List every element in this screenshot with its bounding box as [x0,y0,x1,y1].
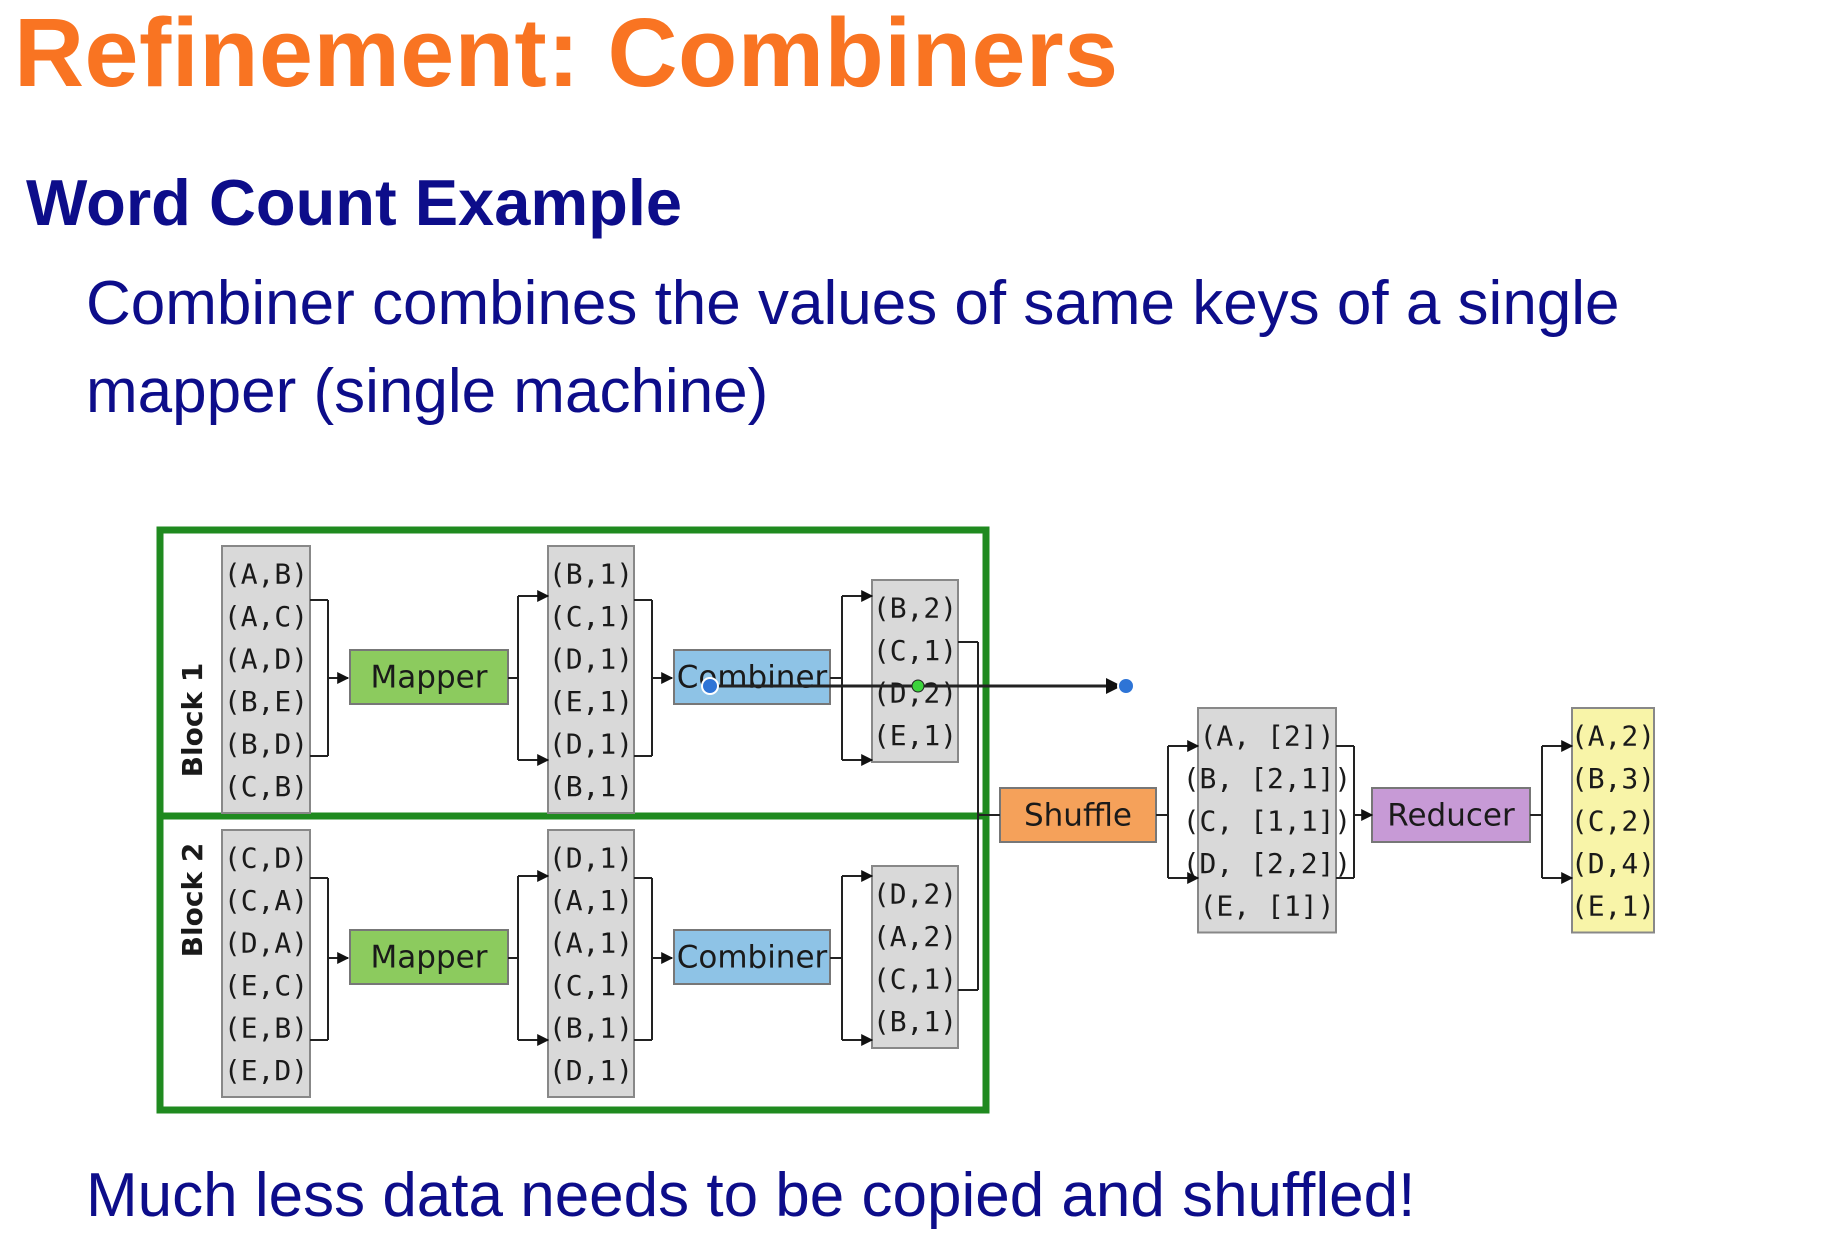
mapper-2-label: Mapper [371,940,488,976]
mapped-pair: (E,1) [549,685,633,718]
mapped-pair: (D,1) [549,841,633,874]
combined-pair: (B,1) [873,1005,957,1038]
combiner-1-label: Combiner [677,660,828,696]
input-pair: (C,A) [224,884,308,917]
input-pair: (C,D) [224,841,308,874]
mapper-1-label: Mapper [371,660,488,696]
annotation-mid-handle [911,679,925,693]
mapreduce-combiner-diagram: Block 1 Block 2 (A,B) (A,C) (A,D) (B,E) (B,D) (… [156,526,1655,1114]
mapped-pair: (A,1) [549,926,633,959]
annotation-end-handle [1117,677,1135,695]
mapped-pair: (C,1) [549,969,633,1002]
input-pair: (E,D) [224,1054,308,1087]
mapped-pair: (B,1) [549,770,633,803]
mapped-pair: (D,1) [549,727,633,760]
mapped-pair: (C,1) [549,600,633,633]
mapped-pair: (D,1) [549,642,633,675]
reducer-label: Reducer [1387,798,1515,834]
combined-pair: (C,1) [873,962,957,995]
output-pair: (C,2) [1571,804,1655,837]
input-pair: (B,D) [224,727,308,760]
block-2-label: Block 2 [176,843,209,958]
input-pair: (A,D) [224,642,308,675]
combined-pair: (B,2) [873,591,957,624]
shuffled-pair: (E, [1]) [1200,889,1335,922]
mapped-pair: (B,1) [549,1011,633,1044]
mapped-pair: (D,1) [549,1054,633,1087]
shuffled-pair: (B, [2,1]) [1183,762,1352,795]
shuffled-pair: (A, [2]) [1200,719,1335,752]
output-pair: (D,4) [1571,847,1655,880]
combined-pair: (E,1) [873,719,957,752]
combiner-2-label: Combiner [677,940,828,976]
shuffle-label: Shuffle [1024,798,1132,834]
output-pair: (A,2) [1571,719,1655,752]
shuffled-pair: (D, [2,2]) [1183,847,1352,880]
input-pair: (E,C) [224,969,308,1002]
input-pair: (A,C) [224,600,308,633]
input-pair: (A,B) [224,557,308,590]
combined-pair: (D,2) [873,877,957,910]
combined-pair: (A,2) [873,920,957,953]
input-pair: (E,B) [224,1011,308,1044]
block-1-label: Block 1 [176,663,209,778]
combined-pair: (C,1) [873,634,957,667]
output-pair: (B,3) [1571,762,1655,795]
input-pair: (D,A) [224,926,308,959]
annotation-start-handle [701,677,719,695]
mapped-pair: (B,1) [549,557,633,590]
input-pair: (B,E) [224,685,308,718]
shuffled-pair: (C, [1,1]) [1183,804,1352,837]
mapped-pair: (A,1) [549,884,633,917]
output-pair: (E,1) [1571,889,1655,922]
input-pair: (C,B) [224,770,308,803]
